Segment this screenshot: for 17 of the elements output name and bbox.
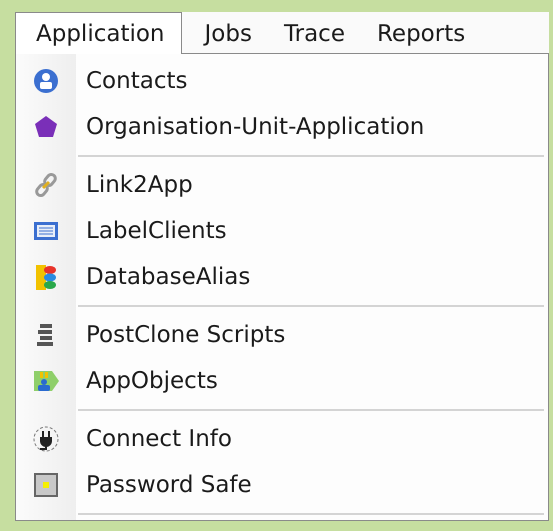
menu-tab[interactable]: Trace: [270, 12, 358, 54]
menu-item[interactable]: Link2App: [86, 172, 193, 198]
menu-item[interactable]: DatabaseAlias: [86, 264, 250, 290]
menu-item[interactable]: Connect Info: [86, 426, 232, 452]
safe-icon: [32, 471, 60, 499]
plug-icon: [32, 425, 60, 453]
menu-tab[interactable]: Reports: [364, 12, 478, 54]
menu-item[interactable]: Password Safe: [86, 472, 252, 498]
menu-item[interactable]: PostClone Scripts: [86, 322, 286, 348]
menu-item[interactable]: AppObjects: [86, 368, 218, 394]
menu-item[interactable]: Contacts: [86, 68, 188, 94]
menu-item[interactable]: LabelClients: [86, 218, 227, 244]
menu-tab[interactable]: Jobs: [192, 12, 265, 54]
menu-tab[interactable]: Application: [15, 12, 182, 54]
person-icon: [32, 67, 60, 95]
chain-icon: [32, 171, 60, 199]
menu-item[interactable]: Organisation-Unit-Application: [86, 114, 424, 140]
